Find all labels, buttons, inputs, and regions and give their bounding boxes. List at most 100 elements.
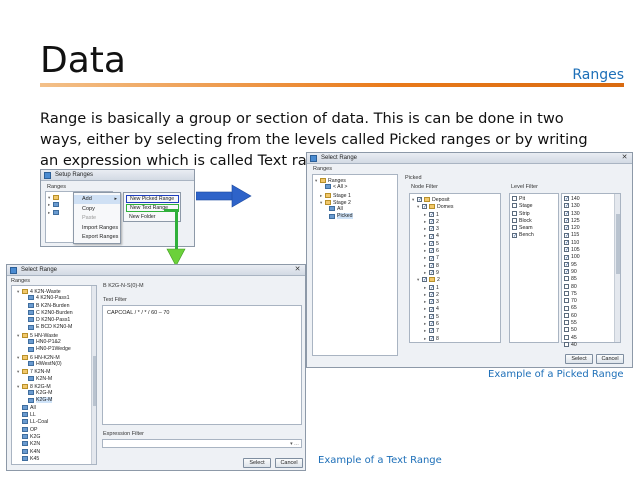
- tree-row[interactable]: E BCD K2N0-M: [14, 324, 94, 331]
- checkbox-checked[interactable]: ✓: [429, 299, 434, 305]
- level-value-item[interactable]: 55: [564, 320, 618, 327]
- level-name-item[interactable]: Pit: [512, 196, 556, 203]
- tree-row[interactable]: ▸ ✓ 4: [412, 305, 498, 312]
- level-name-item[interactable]: Block: [512, 218, 556, 225]
- tree-row[interactable]: K4N: [14, 449, 94, 456]
- level-value-item[interactable]: ✓ 100: [564, 254, 618, 261]
- text-filter-input[interactable]: CAPCOAL / * / * / 60 – 70: [102, 305, 302, 425]
- level-value-item[interactable]: 70: [564, 298, 618, 305]
- checkbox-checked[interactable]: ✓: [429, 219, 434, 225]
- tree-row[interactable]: ▸ Stage 1: [315, 192, 395, 199]
- tree-row[interactable]: ▾ ✓ 2: [412, 276, 498, 283]
- tree-row[interactable]: ▸ ✓ 1: [412, 284, 498, 291]
- level-name-item[interactable]: ✓ Bench: [512, 232, 556, 239]
- level-value-item[interactable]: 60: [564, 313, 618, 320]
- menu-item-export-ranges[interactable]: Export Ranges: [82, 234, 118, 240]
- tree-row[interactable]: ▸ ✓ 3: [412, 298, 498, 305]
- checkbox-unchecked[interactable]: [564, 334, 569, 340]
- checkbox-checked[interactable]: ✓: [429, 328, 434, 334]
- checkbox-unchecked[interactable]: [564, 312, 569, 318]
- tree-row[interactable]: ▸ ✓ 4: [412, 232, 498, 239]
- level-value-item[interactable]: 80: [564, 284, 618, 291]
- checkbox-checked[interactable]: ✓: [429, 270, 434, 276]
- level-name-item[interactable]: Strip: [512, 211, 556, 218]
- level-value-item[interactable]: 65: [564, 305, 618, 312]
- tree-row[interactable]: ▸ ✓ 9: [412, 269, 498, 276]
- menu-item-add[interactable]: Add ▸: [74, 195, 120, 204]
- menu-item-new-folder[interactable]: New Folder: [129, 214, 156, 220]
- tree-row[interactable]: K2G: [14, 434, 94, 441]
- level-value-item[interactable]: 45: [564, 335, 618, 342]
- tree-row[interactable]: ▸ ✓ 3: [412, 225, 498, 232]
- tree-row[interactable]: ▸ ✓ 6: [412, 247, 498, 254]
- tree-row[interactable]: ▾ Ranges: [315, 177, 395, 184]
- tree-row[interactable]: ▾ 4 K2N-Waste: [14, 288, 94, 295]
- checkbox-unchecked[interactable]: [512, 210, 517, 216]
- level-name-item[interactable]: Seam: [512, 225, 556, 232]
- tree-row[interactable]: ▾ Stage 2: [315, 199, 395, 206]
- tree-row[interactable]: K2N-M: [14, 376, 94, 383]
- level-value-item[interactable]: ✓ 90: [564, 269, 618, 276]
- close-icon[interactable]: ✕: [620, 154, 629, 162]
- tree-row[interactable]: All: [315, 206, 395, 213]
- tree-row[interactable]: D K2N0-Pass1: [14, 317, 94, 324]
- checkbox-checked[interactable]: ✓: [564, 225, 569, 231]
- select-button[interactable]: Select: [565, 354, 593, 364]
- tree-row[interactable]: < All >: [315, 184, 395, 191]
- checkbox-checked[interactable]: ✓: [422, 277, 427, 283]
- expression-filter-input[interactable]: ▾ …: [102, 439, 302, 448]
- tree-row[interactable]: K2G-M: [14, 397, 94, 404]
- level-value-item[interactable]: ✓ 105: [564, 247, 618, 254]
- tree-row[interactable]: ▸ ✓ 5: [412, 240, 498, 247]
- tree-row[interactable]: ▸ ✓ 2: [412, 291, 498, 298]
- checkbox-unchecked[interactable]: [512, 196, 517, 202]
- level-value-item[interactable]: ✓ 120: [564, 225, 618, 232]
- checkbox-unchecked[interactable]: [512, 203, 517, 209]
- tree-row[interactable]: B K2N-Burden: [14, 303, 94, 310]
- menu-item-copy[interactable]: Copy: [82, 206, 95, 212]
- level-value-item[interactable]: 85: [564, 276, 618, 283]
- level-value-item[interactable]: 75: [564, 291, 618, 298]
- level-value-item[interactable]: ✓ 125: [564, 218, 618, 225]
- scrollbar-thumb[interactable]: [616, 214, 620, 274]
- checkbox-checked[interactable]: ✓: [429, 248, 434, 254]
- checkbox-unchecked[interactable]: [564, 342, 569, 348]
- checkbox-checked[interactable]: ✓: [564, 210, 569, 216]
- checkbox-unchecked[interactable]: [564, 327, 569, 333]
- level-value-item[interactable]: ✓ 140: [564, 196, 618, 203]
- scrollbar[interactable]: [91, 286, 96, 464]
- level-name-item[interactable]: Stage: [512, 203, 556, 210]
- checkbox-checked[interactable]: ✓: [429, 255, 434, 261]
- level-value-item[interactable]: ✓ 130: [564, 203, 618, 210]
- tree-row-selected[interactable]: Picked: [315, 213, 395, 220]
- level-value-item[interactable]: 40: [564, 342, 618, 349]
- checkbox-checked[interactable]: ✓: [564, 247, 569, 253]
- tree-row[interactable]: K2N: [14, 441, 94, 448]
- tree-row[interactable]: C K2N0-Burden: [14, 310, 94, 317]
- tree-row[interactable]: ▸ ✓ 1: [412, 211, 498, 218]
- tree-row[interactable]: All: [14, 405, 94, 412]
- menu-item-paste[interactable]: Paste: [82, 215, 96, 221]
- scrollbar[interactable]: [614, 194, 620, 342]
- tree-row[interactable]: ▸ ✓ 7: [412, 254, 498, 261]
- checkbox-unchecked[interactable]: [564, 290, 569, 296]
- tree-row[interactable]: ▾ 5 HN-Waste: [14, 332, 94, 339]
- tree-row[interactable]: LL-Coal: [14, 419, 94, 426]
- checkbox-checked[interactable]: ✓: [429, 306, 434, 312]
- checkbox-checked[interactable]: ✓: [429, 240, 434, 246]
- tree-row[interactable]: K45: [14, 456, 94, 463]
- checkbox-checked[interactable]: ✓: [564, 203, 569, 209]
- checkbox-checked[interactable]: ✓: [429, 321, 434, 327]
- checkbox-checked[interactable]: ✓: [429, 335, 434, 341]
- tree-row[interactable]: HN0-P1Wedge: [14, 346, 94, 353]
- checkbox-checked[interactable]: ✓: [564, 261, 569, 267]
- tree-row[interactable]: ▸ ✓ 8: [412, 335, 498, 342]
- checkbox-checked[interactable]: ✓: [429, 291, 434, 297]
- checkbox-checked[interactable]: ✓: [429, 233, 434, 239]
- checkbox-unchecked[interactable]: [512, 225, 517, 231]
- menu-item-import-ranges[interactable]: Import Ranges: [82, 225, 118, 231]
- cancel-button[interactable]: Cancel: [275, 458, 303, 468]
- checkbox-checked[interactable]: ✓: [429, 226, 434, 232]
- checkbox-checked[interactable]: ✓: [564, 254, 569, 260]
- checkbox-unchecked[interactable]: [564, 276, 569, 282]
